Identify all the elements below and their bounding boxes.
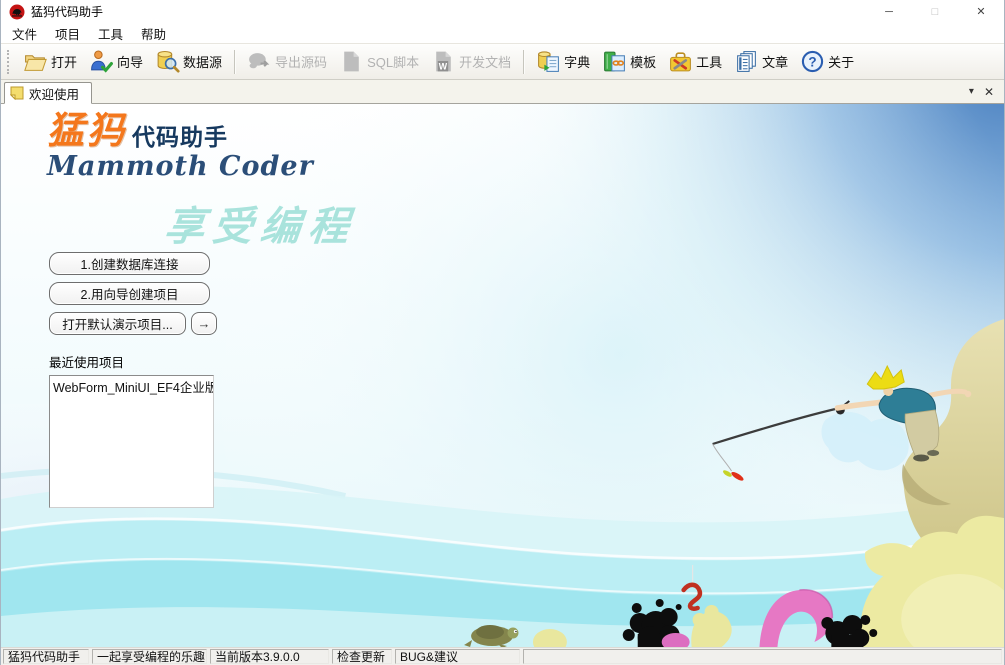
toolbar-button-about[interactable]: ? 关于 xyxy=(794,46,860,77)
tab-strip-controls: ▾ ✕ xyxy=(969,86,1004,103)
svg-text:W: W xyxy=(439,61,448,71)
toolbar-button-articles[interactable]: 文章 xyxy=(728,46,794,77)
logo-cn-secondary: 代码助手 xyxy=(132,123,228,150)
open-demo-project-button[interactable]: 打开默认演示项目... xyxy=(49,312,186,335)
menu-tools[interactable]: 工具 xyxy=(89,22,132,45)
logo-english: Mammoth Coder xyxy=(47,151,314,182)
dictionary-icon xyxy=(536,49,561,74)
toolbar-button-wizard[interactable]: 向导 xyxy=(83,46,149,77)
toolbar-button-template[interactable]: 模板 xyxy=(596,46,662,77)
status-version: 当前版本3.9.0.0 xyxy=(210,649,329,664)
article-icon xyxy=(734,49,759,74)
tools-icon xyxy=(668,49,693,74)
toolbar-separator xyxy=(523,49,525,74)
export-source-icon xyxy=(247,49,272,74)
window-controls: ─ □ ✕ xyxy=(866,0,1004,23)
create-db-connection-button[interactable]: 1.创建数据库连接 xyxy=(49,252,210,275)
tab-welcome[interactable]: 欢迎使用 xyxy=(4,82,93,104)
about-icon: ? xyxy=(800,49,825,74)
title-bar: 猛犸代码助手 ─ □ ✕ xyxy=(1,0,1004,23)
tab-overflow-icon[interactable]: ▾ xyxy=(969,87,974,97)
minimize-button[interactable]: ─ xyxy=(866,0,912,23)
note-icon xyxy=(10,86,24,100)
sql-script-icon xyxy=(339,49,364,74)
tab-welcome-label: 欢迎使用 xyxy=(29,87,80,102)
toolbar-button-dictionary[interactable]: 字典 xyxy=(530,46,596,77)
status-check-update[interactable]: 检查更新 xyxy=(332,649,392,664)
datasource-icon xyxy=(155,49,180,74)
toolbar-button-dev-doc: W 开发文档 xyxy=(425,46,517,77)
main-toolbar: 打开 向导 数据源 导出源码 SQL脚本 W 开发文档 字典 模板 工具 文章 … xyxy=(1,43,1004,80)
quick-actions: 1.创建数据库连接 2.用向导创建项目 打开默认演示项目... → xyxy=(49,252,217,342)
toolbar-separator xyxy=(234,49,236,74)
menu-help[interactable]: 帮助 xyxy=(132,22,175,45)
recent-projects-list[interactable]: WebForm_MiniUI_EF4企业版 xyxy=(49,375,214,508)
tab-strip: 欢迎使用 ▾ ✕ xyxy=(1,80,1004,104)
dev-doc-icon: W xyxy=(431,49,456,74)
logo-cn-primary: 猛犸 xyxy=(47,108,127,152)
tab-close-icon[interactable]: ✕ xyxy=(984,86,994,98)
app-window: 猛犸代码助手 ─ □ ✕ 文件 项目 工具 帮助 打开 向导 数据源 导出源码 … xyxy=(0,0,1005,665)
toolbar-button-datasource[interactable]: 数据源 xyxy=(149,46,228,77)
demo-project-arrow-button[interactable]: → xyxy=(191,312,217,335)
status-bug-feedback[interactable]: BUG&建议 xyxy=(395,649,520,664)
toolbar-button-open[interactable]: 打开 xyxy=(17,46,83,77)
toolbar-button-export-source: 导出源码 xyxy=(241,46,333,77)
svg-text:?: ? xyxy=(809,55,817,70)
app-logo-block: 猛犸 代码助手 Mammoth Coder 享受编程 xyxy=(47,108,447,251)
welcome-page: 猛犸 代码助手 Mammoth Coder 享受编程 1.创建数据库连接 2.用… xyxy=(1,104,1004,647)
status-slogan: 一起享受编程的乐趣 xyxy=(92,649,207,664)
toolbar-button-sql-script: SQL脚本 xyxy=(333,46,425,77)
menu-project[interactable]: 项目 xyxy=(46,22,89,45)
app-logo-icon xyxy=(9,4,25,20)
status-spacer xyxy=(523,649,1002,664)
recent-projects-label: 最近使用项目 xyxy=(49,356,125,370)
calligraphy-watermark: 享受编程 xyxy=(162,203,360,250)
create-project-wizard-button[interactable]: 2.用向导创建项目 xyxy=(49,282,210,305)
toolbar-grip xyxy=(7,49,11,74)
open-folder-icon xyxy=(23,49,48,74)
menu-bar: 文件 项目 工具 帮助 xyxy=(1,23,1004,43)
template-icon xyxy=(602,49,627,74)
window-title: 猛犸代码助手 xyxy=(31,5,104,19)
close-button[interactable]: ✕ xyxy=(958,0,1004,23)
maximize-button[interactable]: □ xyxy=(912,0,958,23)
status-app-name: 猛犸代码助手 xyxy=(3,649,89,664)
menu-file[interactable]: 文件 xyxy=(3,22,46,45)
toolbar-button-tools[interactable]: 工具 xyxy=(662,46,728,77)
recent-project-item[interactable]: WebForm_MiniUI_EF4企业版 xyxy=(50,376,213,397)
status-bar: 猛犸代码助手 一起享受编程的乐趣 当前版本3.9.0.0 检查更新 BUG&建议 xyxy=(1,647,1004,665)
recent-projects-section: 最近使用项目 WebForm_MiniUI_EF4企业版 xyxy=(49,352,214,508)
wizard-icon xyxy=(89,49,114,74)
